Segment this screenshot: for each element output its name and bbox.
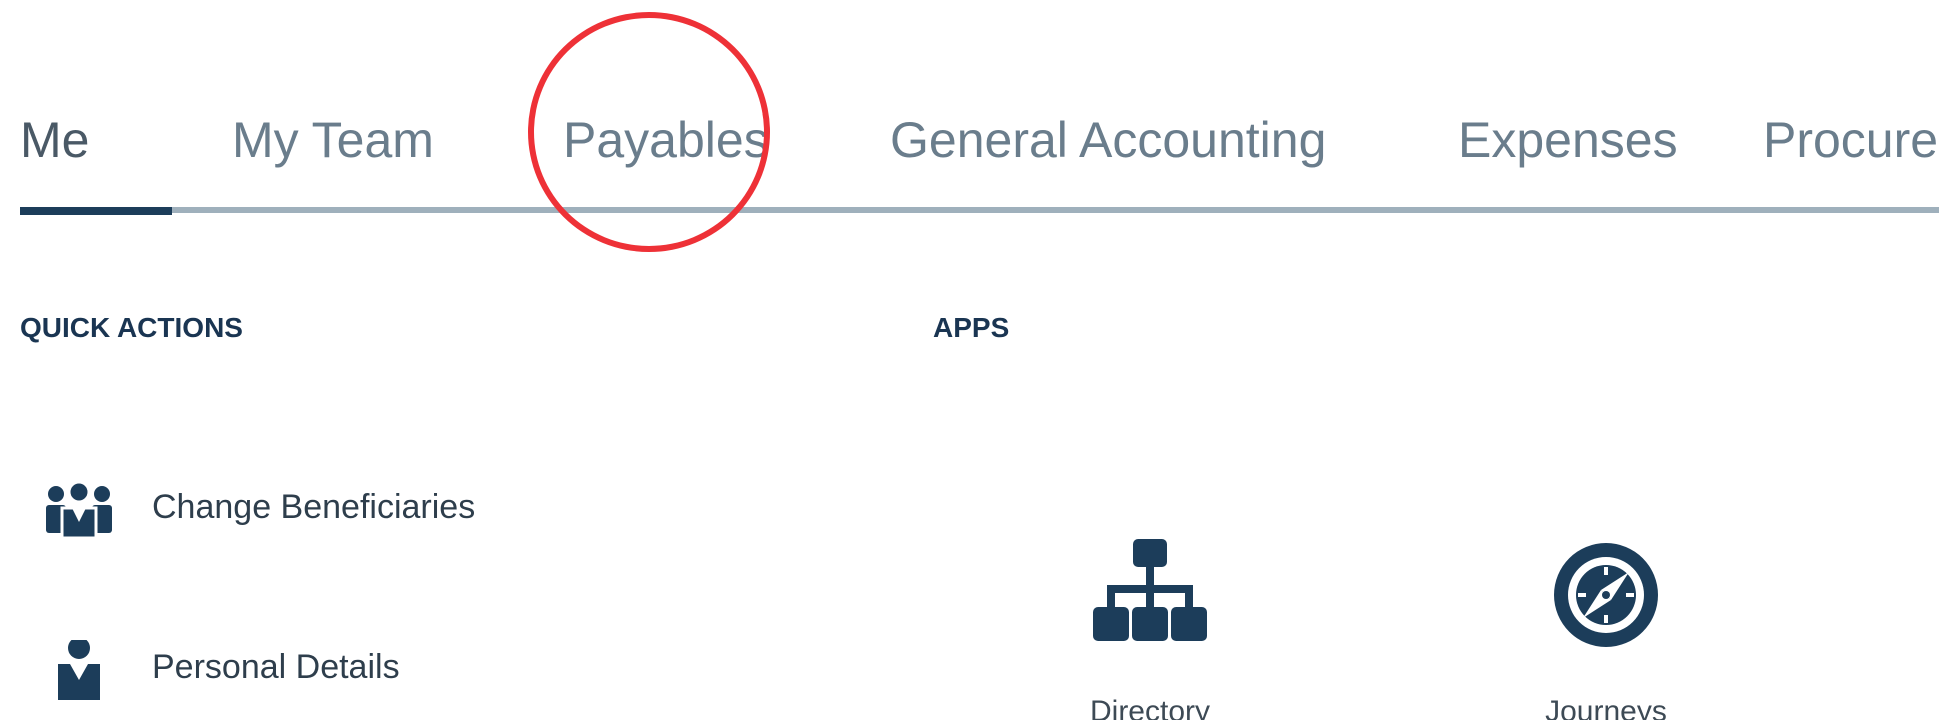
tab-general-accounting[interactable]: General Accounting bbox=[890, 105, 1326, 175]
tab-bar: Me My Team Payables General Accounting E… bbox=[0, 105, 1939, 215]
tab-my-team[interactable]: My Team bbox=[232, 105, 434, 175]
org-chart-icon bbox=[1085, 533, 1215, 668]
app-directory[interactable]: Directory bbox=[1030, 525, 1270, 720]
quick-action-label: Change Beneficiaries bbox=[152, 488, 476, 526]
app-label: Directory bbox=[1089, 695, 1210, 720]
tab-procure[interactable]: Procure bbox=[1763, 105, 1938, 175]
quick-actions-heading: QUICK ACTIONS bbox=[20, 312, 243, 343]
apps-heading: APPS bbox=[933, 312, 1010, 343]
tab-me[interactable]: Me bbox=[20, 105, 89, 175]
people-group-icon bbox=[42, 480, 116, 540]
tab-payables[interactable]: Payables bbox=[563, 105, 769, 175]
active-tab-indicator bbox=[20, 207, 172, 215]
quick-action-personal-details[interactable]: Personal Details bbox=[42, 637, 662, 710]
compass-icon bbox=[1541, 533, 1671, 668]
person-icon bbox=[42, 637, 116, 700]
quick-action-label: Personal Details bbox=[152, 648, 400, 686]
app-journeys[interactable]: Journeys bbox=[1486, 525, 1726, 720]
tab-divider bbox=[20, 207, 1939, 213]
quick-action-change-beneficiaries[interactable]: Change Beneficiaries bbox=[42, 480, 662, 550]
tab-expenses[interactable]: Expenses bbox=[1458, 105, 1678, 175]
app-label: Journeys bbox=[1545, 695, 1667, 720]
